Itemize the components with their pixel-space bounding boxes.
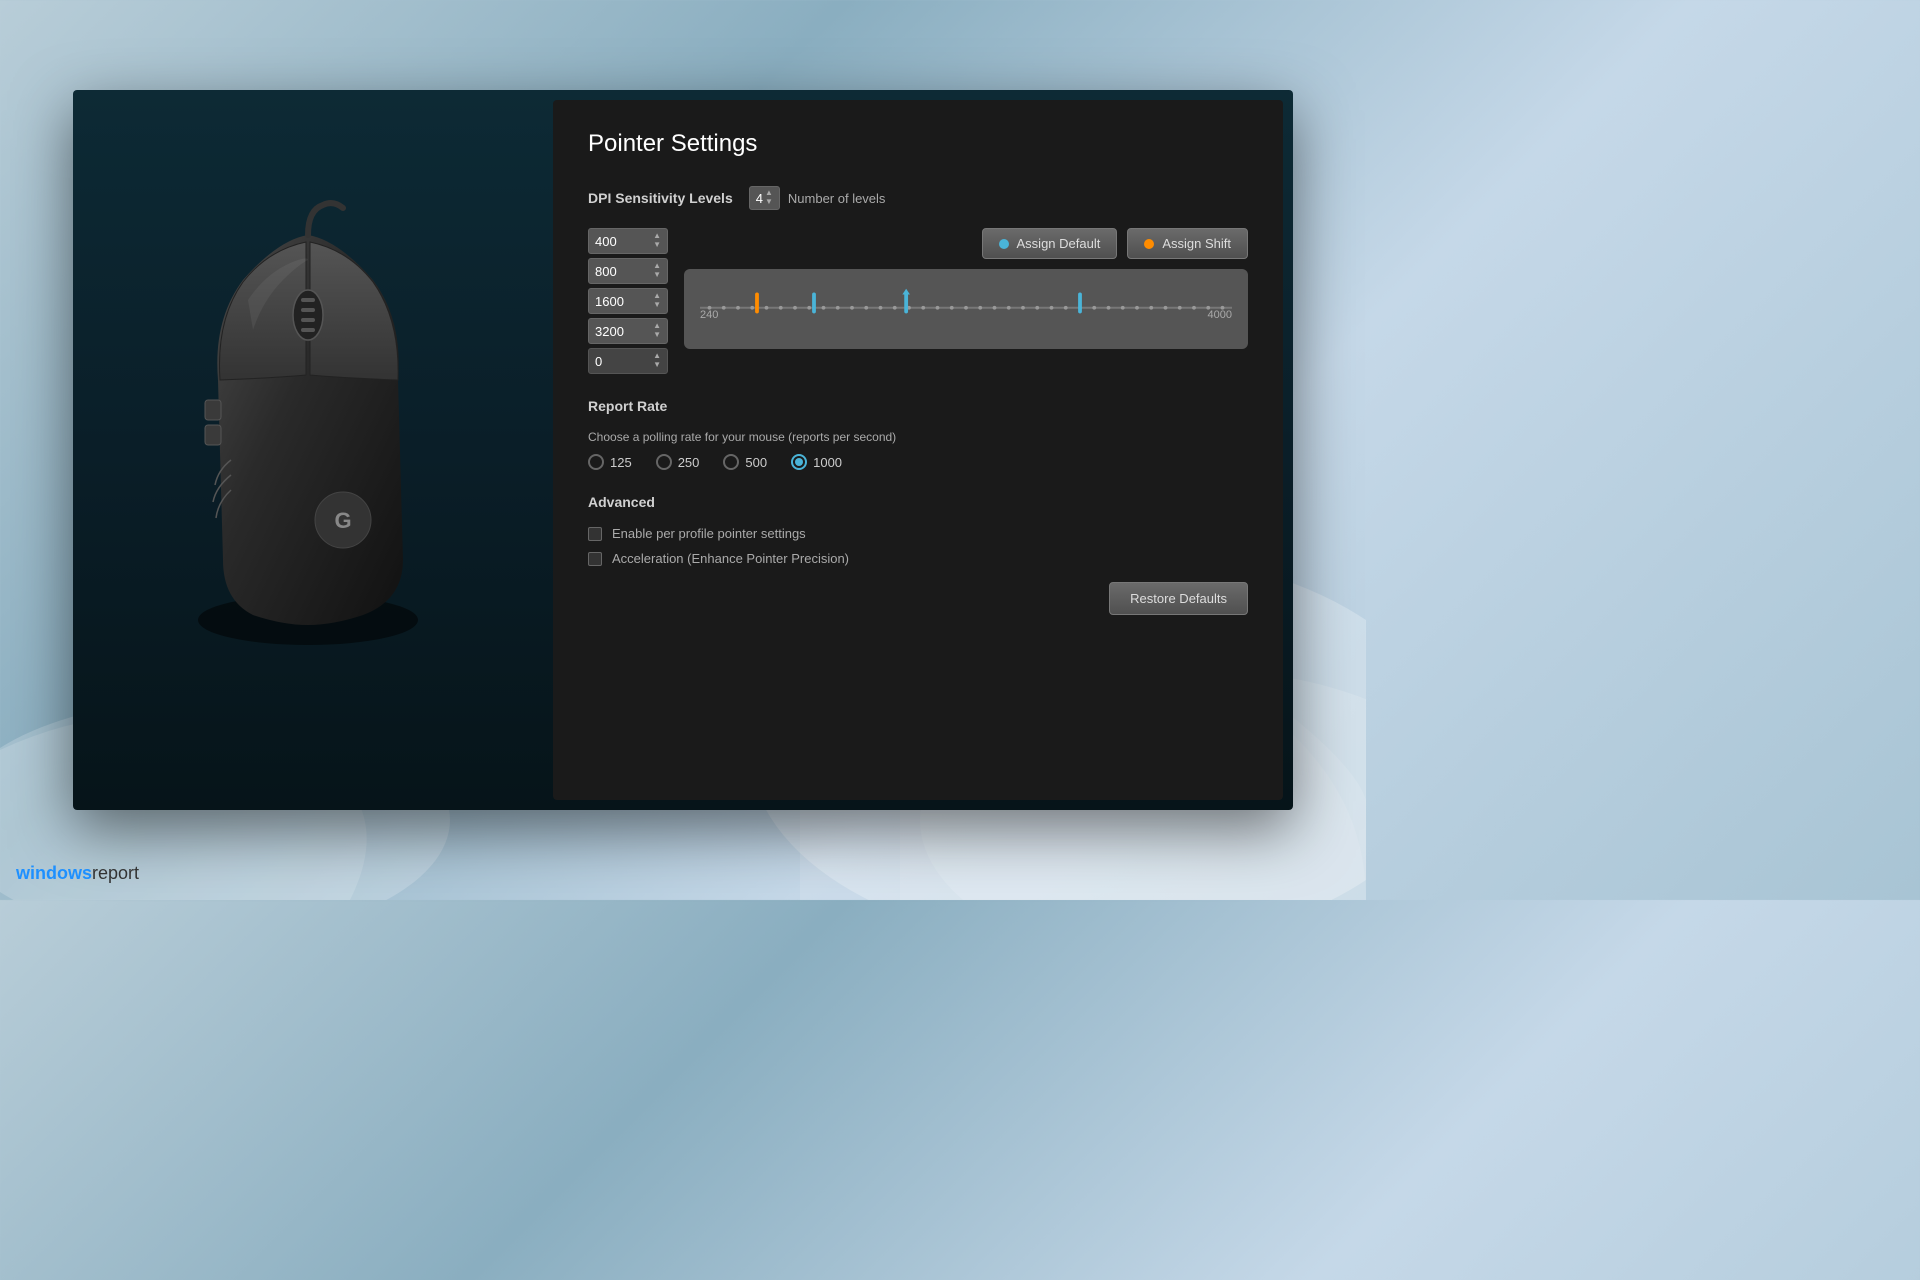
radio-1000[interactable]: 1000 <box>791 454 842 470</box>
mouse-image-area: G <box>73 90 553 810</box>
radio-circle-500 <box>723 454 739 470</box>
radio-250[interactable]: 250 <box>656 454 700 470</box>
slider-track-svg <box>700 288 1232 318</box>
assign-default-button[interactable]: Assign Default <box>982 228 1118 259</box>
dpi-buttons: Assign Default Assign Shift <box>684 228 1248 259</box>
panel-title: Pointer Settings <box>588 130 1248 158</box>
number-levels-control: 4 ▲ ▼ Number of levels <box>749 186 886 210</box>
checkbox-per-profile-label: Enable per profile pointer settings <box>612 526 806 541</box>
dpi5-arrows: ▲ ▼ <box>653 352 661 370</box>
radio-circle-250 <box>656 454 672 470</box>
watermark-windows: windows <box>16 863 92 883</box>
restore-defaults-button[interactable]: Restore Defaults <box>1109 582 1248 615</box>
dpi-input-3[interactable]: 1600 ▲ ▼ <box>588 288 668 314</box>
restore-btn-row: Restore Defaults <box>588 582 1248 615</box>
main-container: G Pointer Settings DPI Sensitivity Level… <box>73 90 1293 810</box>
report-rate-radio-group: 125 250 500 1000 <box>588 454 1248 470</box>
radio-circle-125 <box>588 454 604 470</box>
dpi-header: DPI Sensitivity Levels 4 ▲ ▼ Number of l… <box>588 186 1248 210</box>
assign-default-dot <box>999 239 1009 249</box>
checkbox-per-profile-box[interactable] <box>588 527 602 541</box>
dpi-input-2[interactable]: 800 ▲ ▼ <box>588 258 668 284</box>
radio-label-125: 125 <box>610 455 632 470</box>
radio-label-250: 250 <box>678 455 700 470</box>
radio-label-1000: 1000 <box>813 455 842 470</box>
levels-value: 4 <box>756 191 763 206</box>
checkbox-acceleration-label: Acceleration (Enhance Pointer Precision) <box>612 551 849 566</box>
advanced-title: Advanced <box>588 494 1248 510</box>
watermark-report: report <box>92 863 139 883</box>
dpi4-arrows: ▲ ▼ <box>653 322 661 340</box>
levels-label: Number of levels <box>788 191 886 206</box>
advanced-section: Advanced Enable per profile pointer sett… <box>588 494 1248 615</box>
radio-125[interactable]: 125 <box>588 454 632 470</box>
levels-down-arrow[interactable]: ▼ <box>765 198 773 207</box>
dpi-input-4[interactable]: 3200 ▲ ▼ <box>588 318 668 344</box>
mouse-image: G <box>123 200 503 700</box>
dpi-section-title: DPI Sensitivity Levels <box>588 190 733 206</box>
dpi-inputs: 400 ▲ ▼ 800 ▲ ▼ 1600 ▲ <box>588 228 668 374</box>
dpi-input-1[interactable]: 400 ▲ ▼ <box>588 228 668 254</box>
report-rate-section: Report Rate Choose a polling rate for yo… <box>588 398 1248 470</box>
dpi-input-5[interactable]: 0 ▲ ▼ <box>588 348 668 374</box>
radio-500[interactable]: 500 <box>723 454 767 470</box>
radio-label-500: 500 <box>745 455 767 470</box>
report-rate-description: Choose a polling rate for your mouse (re… <box>588 430 1248 444</box>
assign-shift-dot <box>1144 239 1154 249</box>
assign-shift-button[interactable]: Assign Shift <box>1127 228 1248 259</box>
dpi1-arrows: ▲ ▼ <box>653 232 661 250</box>
dpi2-arrows: ▲ ▼ <box>653 262 661 280</box>
assign-shift-label: Assign Shift <box>1162 236 1231 251</box>
checkbox-acceleration-box[interactable] <box>588 552 602 566</box>
levels-arrows: ▲ ▼ <box>765 189 773 207</box>
dpi-slider-container: 240 4000 <box>684 269 1248 349</box>
radio-circle-1000 <box>791 454 807 470</box>
dpi3-arrows: ▲ ▼ <box>653 292 661 310</box>
report-rate-title: Report Rate <box>588 398 1248 414</box>
settings-panel: Pointer Settings DPI Sensitivity Levels … <box>553 100 1283 800</box>
dpi-content: 400 ▲ ▼ 800 ▲ ▼ 1600 ▲ <box>588 228 1248 374</box>
checkbox-per-profile[interactable]: Enable per profile pointer settings <box>588 526 1248 541</box>
levels-spinner[interactable]: 4 ▲ ▼ <box>749 186 780 210</box>
svg-text:G: G <box>334 508 351 533</box>
assign-default-label: Assign Default <box>1017 236 1101 251</box>
dpi-right: Assign Default Assign Shift <box>684 228 1248 349</box>
radio-inner-1000 <box>795 458 803 466</box>
checkbox-acceleration[interactable]: Acceleration (Enhance Pointer Precision) <box>588 551 1248 566</box>
watermark: windowsreport <box>16 863 139 884</box>
